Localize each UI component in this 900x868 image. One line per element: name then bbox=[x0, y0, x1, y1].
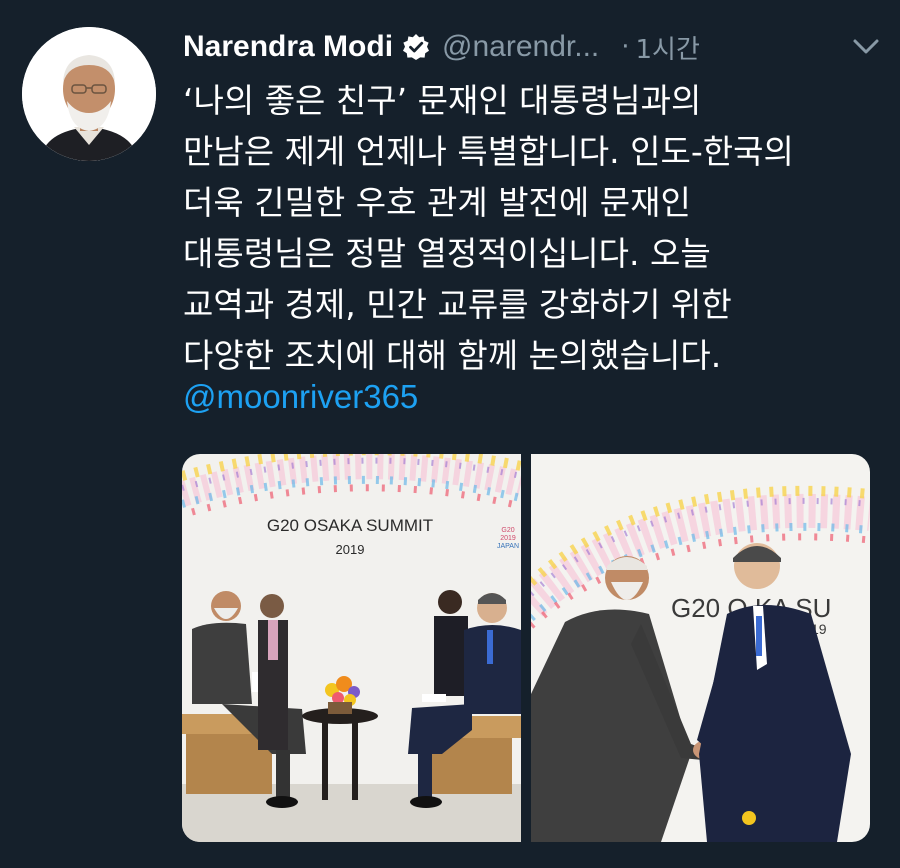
tweet-photo-1[interactable]: G20 OSAKA SUMMIT 2019 G20 2019 JAPAN bbox=[182, 454, 521, 842]
g20-logo-top: G20 bbox=[501, 527, 514, 534]
g20-logo-bottom: JAPAN bbox=[497, 543, 519, 550]
tweet-text: ‘나의 좋은 친구’ 문재인 대통령님과의 만남은 제게 언제나 특별합니다. … bbox=[183, 75, 888, 381]
photo-meeting-scene: G20 OSAKA SUMMIT 2019 G20 2019 JAPAN bbox=[182, 454, 521, 842]
tweet-header: Narendra Modi @narendr... · 1시간 bbox=[183, 24, 883, 70]
chevron-down-icon[interactable] bbox=[849, 34, 883, 58]
g20-logo-mid: 2019 bbox=[500, 535, 516, 542]
tweet-text-line: ‘나의 좋은 친구’ 문재인 대통령님과의 bbox=[183, 81, 702, 120]
verified-badge-icon bbox=[402, 33, 430, 61]
tweet-text-line: 다양한 조치에 대해 함께 논의했습니다. bbox=[183, 336, 722, 375]
tweet-text-line: 만남은 제게 언제나 특별합니다. 인도-한국의 bbox=[183, 132, 794, 171]
tweet-text-line: 더욱 긴밀한 우호 관계 발전에 문재인 bbox=[183, 183, 691, 222]
tweet-text-line: 대통령님은 정말 열정적이십니다. 오늘 bbox=[183, 234, 711, 273]
banner-title: G20 OSAKA SUMMIT bbox=[267, 516, 433, 535]
header-separator: · bbox=[621, 32, 630, 62]
author-avatar[interactable] bbox=[22, 27, 156, 161]
author-handle[interactable]: @narendr... bbox=[442, 30, 599, 64]
photo-handshake-scene: G20 O KA SU 19 bbox=[531, 454, 870, 842]
author-name[interactable]: Narendra Modi bbox=[183, 30, 393, 64]
tweet-timestamp[interactable]: 1시간 bbox=[636, 29, 700, 66]
mention-link[interactable]: @moonriver365 bbox=[183, 375, 418, 419]
banner-year: 2019 bbox=[336, 542, 365, 557]
avatar-portrait bbox=[22, 27, 156, 161]
tweet-text-line: 교역과 경제, 민간 교류를 강화하기 위한 bbox=[183, 285, 732, 324]
tweet-photo-2[interactable]: G20 O KA SU 19 bbox=[531, 454, 870, 842]
